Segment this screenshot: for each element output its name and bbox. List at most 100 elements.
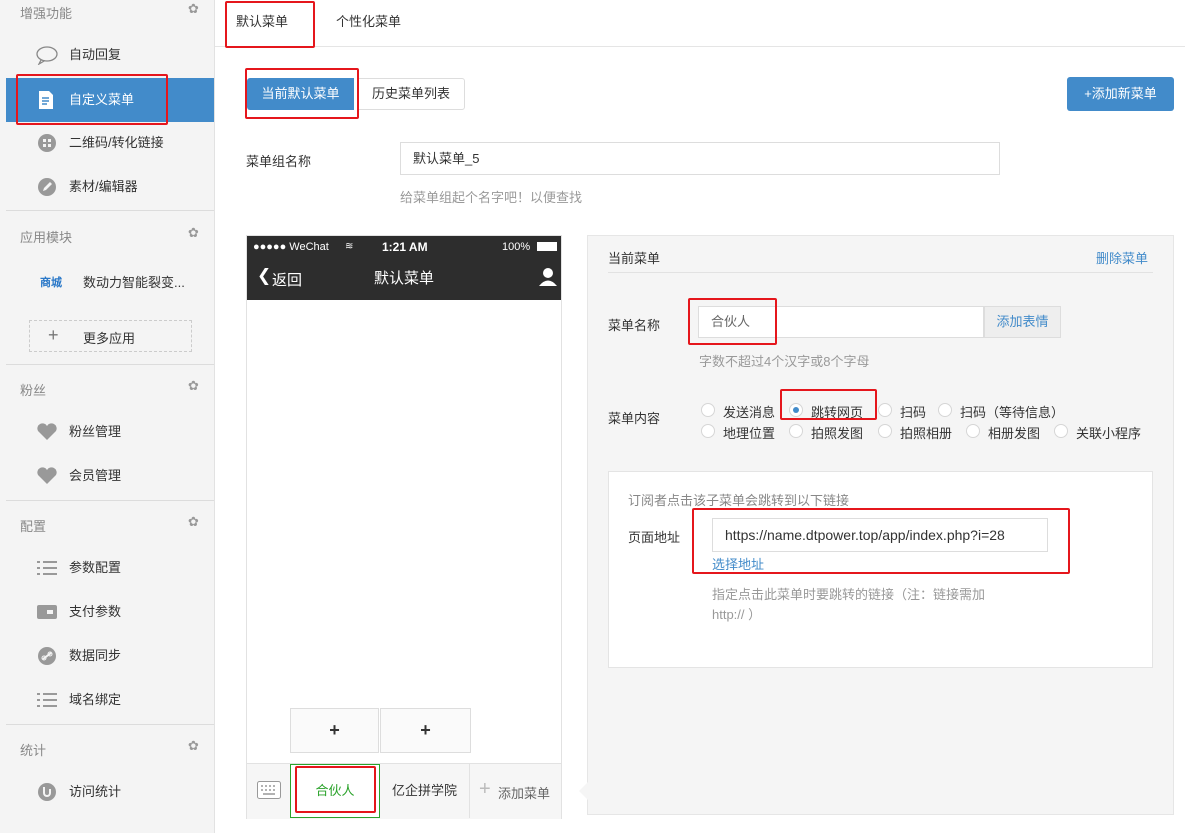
sidebar-item-members[interactable]: 会员管理 xyxy=(6,455,214,497)
gear-icon[interactable]: ✿ xyxy=(188,2,200,15)
history-menu-list-button[interactable]: 历史菜单列表 xyxy=(357,78,465,110)
add-new-menu-button[interactable]: +添加新菜单 xyxy=(1067,77,1174,111)
menu-item-academy[interactable]: 亿企拼学院 xyxy=(380,764,470,818)
gear-icon[interactable]: ✿ xyxy=(188,739,200,752)
page-url-label: 页面地址 xyxy=(628,530,681,545)
sidebar-item-label: 二维码/转化链接 xyxy=(69,135,164,150)
radio-label: 拍照发图 xyxy=(811,426,864,441)
radio-jump-webpage[interactable] xyxy=(789,403,803,417)
keyboard-icon[interactable] xyxy=(257,781,281,799)
plus-icon: + xyxy=(479,778,491,800)
divider xyxy=(6,500,214,501)
sidebar-item-fans[interactable]: 粉丝管理 xyxy=(6,411,214,453)
pencil-icon xyxy=(38,178,56,196)
divider xyxy=(608,272,1153,273)
sidebar-item-material[interactable]: 素材/编辑器 xyxy=(6,166,214,208)
wallet-icon xyxy=(37,605,57,619)
qrcode-icon xyxy=(38,134,56,152)
sidebar-item-params[interactable]: 参数配置 xyxy=(6,547,214,589)
gear-icon[interactable]: ✿ xyxy=(188,379,200,392)
user-icon xyxy=(539,268,557,286)
phone-preview: ●●●●● WeChat ≋ 1:21 AM 100% ❮ 返回 默认菜单 + … xyxy=(246,235,562,819)
url-hint-line2: http:// ） xyxy=(712,607,762,622)
divider xyxy=(6,210,214,211)
sidebar-item-sync[interactable]: 数据同步 xyxy=(6,635,214,677)
tab-personal-menu[interactable]: 个性化菜单 xyxy=(336,0,401,46)
radio-album[interactable] xyxy=(966,424,980,438)
sidebar-item-custom-menu[interactable]: 自定义菜单 xyxy=(6,78,214,122)
radio-label: 跳转网页 xyxy=(811,405,864,420)
sidebar: 增强功能 ✿ 自动回复 自定义菜单 二维码/转化链接 素材/编辑器 应用模块 ✿… xyxy=(0,0,215,833)
stats-icon xyxy=(38,783,56,801)
sidebar-item-app[interactable]: 商城 数动力智能裂变... xyxy=(6,262,214,304)
app-logo: 商城 xyxy=(40,277,62,289)
radio-label: 扫码 xyxy=(900,405,927,420)
sidebar-item-label: 自定义菜单 xyxy=(69,92,135,107)
sidebar-item-auto-reply[interactable]: 自动回复 xyxy=(6,34,214,76)
url-hint-line1: 指定点击此菜单时要跳转的链接（注：链接需加 xyxy=(712,587,986,602)
tab-default-menu[interactable]: 默认菜单 xyxy=(236,0,289,48)
menu-item-partner[interactable]: 合伙人 xyxy=(290,764,380,818)
gear-icon[interactable]: ✿ xyxy=(188,515,200,528)
battery-label: 100% xyxy=(502,241,531,253)
radio-scan[interactable] xyxy=(878,403,892,417)
radio-mini-program[interactable] xyxy=(1054,424,1068,438)
group-name-label: 菜单组名称 xyxy=(246,154,312,169)
status-time: 1:21 AM xyxy=(382,240,428,254)
add-menu-label[interactable]: 添加菜单 xyxy=(498,783,550,802)
page-url-input[interactable]: https://name.dtpower.top/app/index.php?i… xyxy=(712,518,1048,552)
sidebar-item-label: 参数配置 xyxy=(69,560,122,575)
back-label[interactable]: 返回 xyxy=(272,269,302,290)
speech-bubble-icon xyxy=(36,46,58,65)
section-title: 粉丝 xyxy=(20,383,47,398)
back-chevron-icon[interactable]: ❮ xyxy=(257,266,271,286)
current-default-menu-button[interactable]: 当前默认菜单 xyxy=(247,78,354,110)
document-edit-icon xyxy=(39,91,53,109)
panel-arrow xyxy=(579,782,588,800)
link-intro: 订阅者点击该子菜单会跳转到以下链接 xyxy=(628,493,850,508)
sidebar-item-pay[interactable]: 支付参数 xyxy=(6,591,214,633)
phone-header: ●●●●● WeChat ≋ 1:21 AM 100% ❮ 返回 默认菜单 xyxy=(247,236,561,300)
sidebar-item-label: 支付参数 xyxy=(69,604,122,619)
gear-icon[interactable]: ✿ xyxy=(188,226,200,239)
section-title: 配置 xyxy=(20,519,47,534)
add-submenu-button[interactable]: + xyxy=(290,708,379,753)
tab-bar-divider xyxy=(215,46,1185,47)
choose-link[interactable]: 选择地址 xyxy=(712,554,764,573)
battery-icon xyxy=(537,242,557,251)
divider xyxy=(6,364,214,365)
menu-content-label: 菜单内容 xyxy=(608,411,661,426)
phone-menu-bar: 合伙人 亿企拼学院 + 添加菜单 xyxy=(247,763,561,819)
radio-photo[interactable] xyxy=(789,424,803,438)
menu-name-input[interactable]: 合伙人 xyxy=(698,306,984,338)
sidebar-item-domain[interactable]: 域名绑定 xyxy=(6,679,214,721)
more-apps-button[interactable]: + 更多应用 xyxy=(29,320,192,352)
radio-scan-wait[interactable] xyxy=(938,403,952,417)
add-emoji-button[interactable]: 添加表情 xyxy=(984,306,1061,338)
delete-menu-link[interactable]: 删除菜单 xyxy=(1096,248,1148,267)
group-name-input[interactable]: 默认菜单_5 xyxy=(400,142,1000,175)
sidebar-item-label: 会员管理 xyxy=(69,468,122,483)
phone-title: 默认菜单 xyxy=(374,270,435,287)
radio-label: 相册发图 xyxy=(988,426,1041,441)
section-title: 应用模块 xyxy=(20,230,73,245)
sidebar-item-stats[interactable]: 访问统计 xyxy=(6,771,214,813)
sidebar-item-qrcode[interactable]: 二维码/转化链接 xyxy=(6,122,214,164)
sidebar-item-label: 数据同步 xyxy=(69,648,122,663)
current-menu-title: 当前菜单 xyxy=(608,251,661,266)
sidebar-item-label: 素材/编辑器 xyxy=(69,179,138,194)
radio-send-message[interactable] xyxy=(701,403,715,417)
radio-photo-album[interactable] xyxy=(878,424,892,438)
sidebar-item-label: 访问统计 xyxy=(69,784,122,799)
group-name-hint: 给菜单组起个名字吧！以便查找 xyxy=(400,190,583,205)
radio-label: 地理位置 xyxy=(723,426,776,441)
divider xyxy=(6,724,214,725)
more-apps-label: 更多应用 xyxy=(83,331,136,346)
radio-label: 发送消息 xyxy=(723,405,776,420)
radio-label: 关联小程序 xyxy=(1076,426,1142,441)
sidebar-item-label: 粉丝管理 xyxy=(69,424,122,439)
radio-location[interactable] xyxy=(701,424,715,438)
section-title: 增强功能 xyxy=(20,6,73,21)
heart-icon xyxy=(37,467,57,484)
add-submenu-button[interactable]: + xyxy=(380,708,471,753)
